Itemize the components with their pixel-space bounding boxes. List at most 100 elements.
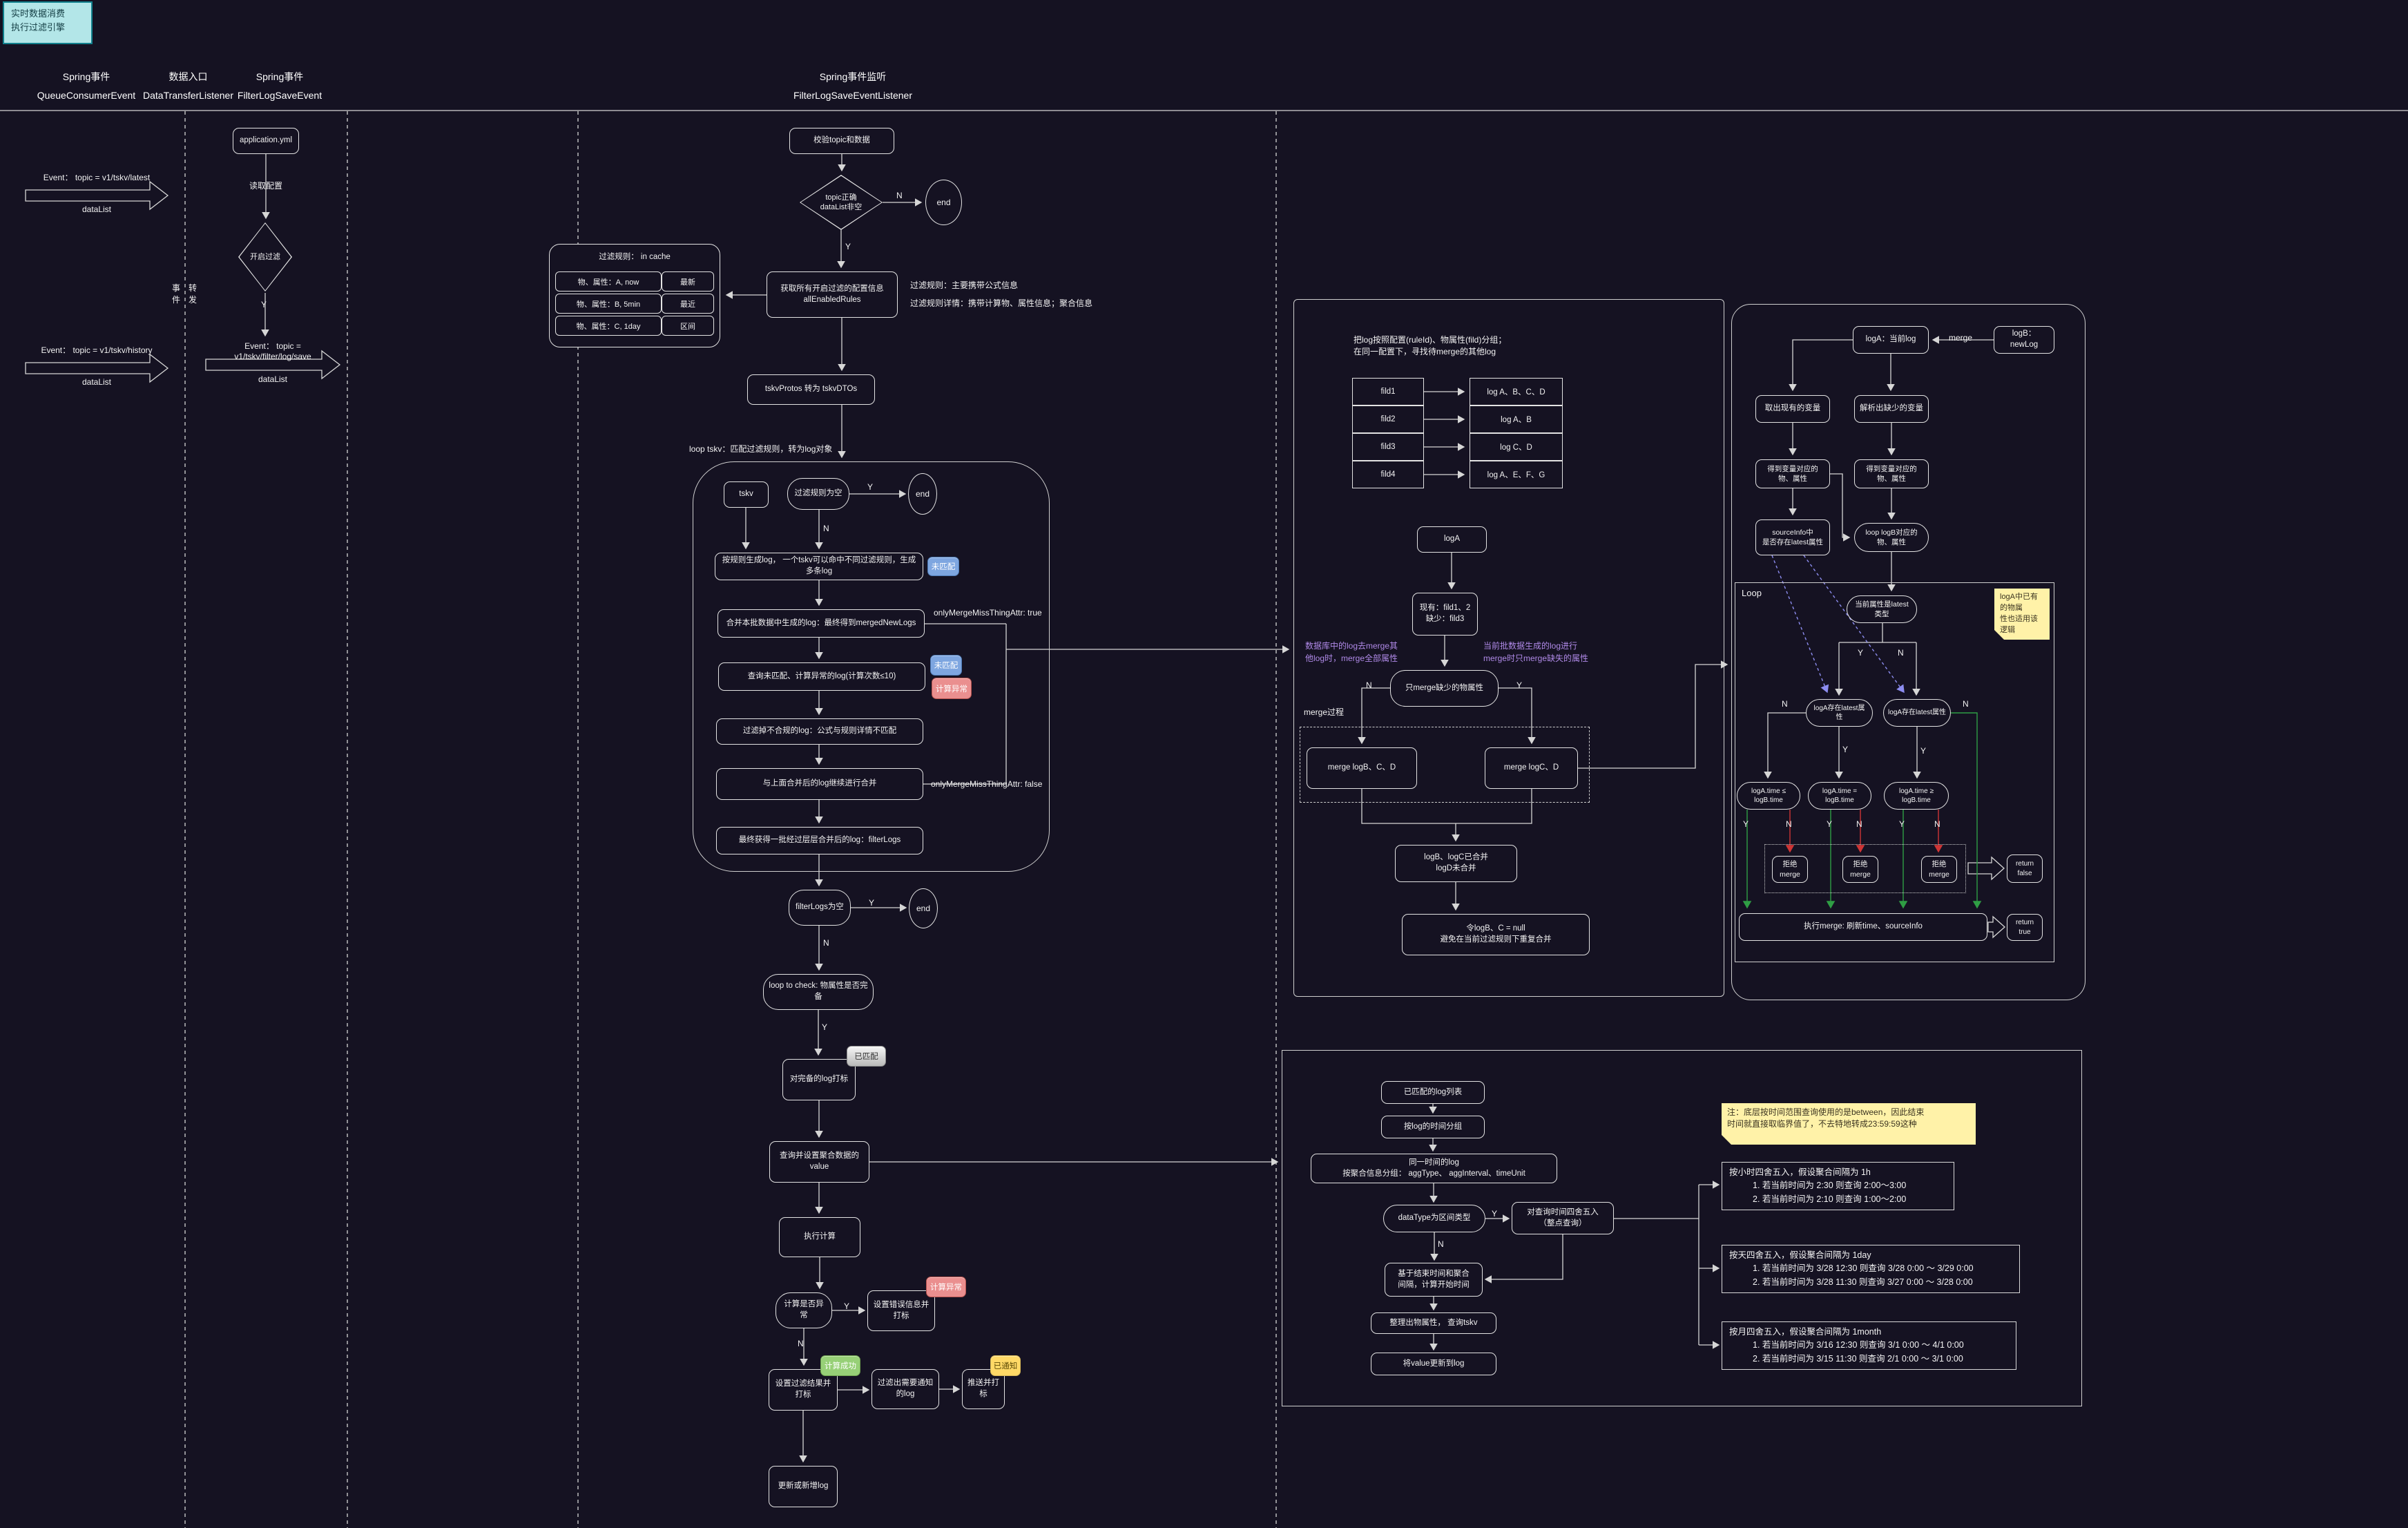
lane-queue-consumer-event: Spring事件 QueueConsumerEvent (28, 68, 145, 104)
label-y: Y (1920, 746, 1926, 756)
group-by-agg-node: 同一时间的log 按聚合信息分组： aggType、 aggInterval、t… (1311, 1154, 1557, 1183)
example-line: 2. 若当前时间为 3/15 11:30 则查询 2/1 0:00 ～ 3/1 … (1729, 1353, 2009, 1366)
label-y: Y (1492, 1209, 1497, 1219)
return-true-node: return true (2007, 914, 2043, 941)
generate-logs-node: 按规则生成log， 一个tskv可以命中不同过滤规则，生成多条log (715, 553, 923, 580)
take-vars-node: 取出现有的变量 (1755, 395, 1830, 423)
loop-sticky-note: logA中已有的物属 性也适用该逻辑 (1994, 589, 2050, 640)
fild-cell: fild2 (1352, 405, 1424, 433)
label-forward: 转 发 (189, 282, 197, 305)
label-y: Y (869, 898, 874, 908)
mark-complete-node: 对完备的log打标 (782, 1059, 856, 1100)
rule-note-1: 过滤规则：主要携带公式信息 (910, 279, 1090, 291)
filter-invalid-node: 过滤掉不合规的log：公式与规则详情不匹配 (716, 718, 923, 745)
cache-rule-row: 物、属性：C, 1day (555, 316, 662, 336)
rule-empty-decision: 过滤规则为空 (787, 478, 849, 510)
end-node-3: end (909, 888, 938, 928)
label-n: N (1366, 680, 1372, 690)
label-y: Y (1858, 648, 1863, 658)
example-hour-box: 按小时四舍五入，假设聚合间隔为 1h 1. 若当前时间为 2:30 则查询 2:… (1722, 1162, 1954, 1210)
cache-rules-title: 过滤规则： in cache (552, 251, 717, 262)
merge-edge-label: merge (1949, 333, 1972, 343)
update-log-node: 更新或新增log (769, 1466, 838, 1507)
get-attrs-left-node: 得到变量对应的物、属性 (1755, 459, 1830, 488)
merged-state-node: logB、logC已合并 logD未合并 (1395, 845, 1517, 882)
matched-log-list-node: 已匹配的log列表 (1381, 1081, 1485, 1104)
label-y: Y (1827, 819, 1832, 829)
label-n: N (1963, 699, 1969, 709)
query-agg-value-node: 查询并设置聚合数据的value (769, 1141, 869, 1183)
application-yml-node: application.yml (233, 128, 299, 154)
label-n: N (823, 524, 829, 533)
read-config-label: 读取配置 (242, 180, 290, 191)
badge-calc-error: 计算异常 (932, 678, 972, 699)
fild-cell: fild1 (1352, 378, 1424, 405)
between-sticky-note: 注：底层按时间范围查询使用的是between，因此结束 时间就直接取临界值了，不… (1722, 1103, 1976, 1145)
end-node-1: end (925, 180, 962, 225)
loop-tskv-label: loop tskv：匹配过滤规则，转为log对象 (689, 443, 924, 455)
lane-filter-log-save-event-listener: Spring事件监听 FilterLogSaveEventListener (780, 68, 925, 104)
fild-logs-cell: log C、D (1470, 433, 1563, 461)
example-line: 1. 若当前时间为 3/28 12:30 则查询 3/28 0:00 ～ 3/2… (1729, 1262, 2012, 1275)
label-n: N (823, 938, 829, 948)
tskv-node: tskv (724, 481, 769, 508)
collect-query-tskv-node: 整理出物属性， 查询tskv (1371, 1312, 1496, 1334)
exist-latest-right-decision: logA存在latest属性 (1883, 699, 1951, 727)
set-null-node: 令logB、C = null 避免在当前过滤规则下重复合并 (1402, 914, 1590, 955)
only-merge-true-label: onlyMergeMissThingAttr: true (934, 608, 1058, 618)
do-merge-node: 执行merge: 刷新time、sourceInfo (1739, 913, 1987, 941)
realtime-consume-note: 实时数据消费 执行过滤引擎 (3, 1, 93, 44)
set-error-node: 设置错误信息并打标 (867, 1290, 935, 1331)
badge-notified: 已通知 (990, 1355, 1021, 1376)
example-line: 1. 若当前时间为 2:30 则查询 2:00～3:00 (1729, 1179, 1947, 1192)
label-n: N (1934, 819, 1940, 829)
event-filter-save-datalist: dataList (231, 374, 314, 384)
loga-current-node: logA：当前log (1853, 326, 1929, 354)
label-y: Y (1516, 680, 1522, 690)
merge-process-label: merge过程 (1304, 706, 1344, 718)
badge-unmatched: 未匹配 (927, 557, 959, 576)
label-y: Y (1743, 819, 1749, 829)
get-enabled-rules-node: 获取所有开启过滤的配置信息 allEnabledRules (767, 271, 898, 318)
example-line: 2. 若当前时间为 2:10 则查询 1:00～2:00 (1729, 1193, 1947, 1206)
label-n: N (1898, 648, 1904, 658)
fild-cell: fild3 (1352, 433, 1424, 461)
round-query-time-node: 对查询时间四舍五入 （整点查询） (1512, 1202, 1614, 1234)
purple-note-db-merge: 数据库中的log去merge其 他log时，merge全部属性 (1305, 640, 1416, 665)
fild-cell: fild4 (1352, 461, 1424, 488)
example-line: 按天四舍五入，假设聚合间隔为 1day (1729, 1249, 2012, 1262)
only-merge-missing-decision: 只merge缺少的物属性 (1390, 670, 1499, 707)
do-calc-node: 执行计算 (779, 1217, 860, 1257)
rule-note-2: 过滤规则详情：携带计算物、属性信息；聚合信息 (910, 297, 1104, 309)
event-filter-save-title: Event： topic = v1/tskv/filter/log/save (206, 340, 340, 361)
validate-topic-node: 校验topic和数据 (789, 128, 894, 154)
group-by-time-node: 按log的时间分组 (1381, 1116, 1485, 1138)
reject-merge-node: 拒绝merge (1921, 856, 1957, 883)
parse-missing-node: 解析出缺少的变量 (1854, 395, 1929, 423)
label-n: N (1856, 819, 1862, 829)
fild-logs-cell: log A、B、C、D (1470, 378, 1563, 405)
event-history-datalist: dataList (14, 377, 180, 387)
only-merge-false-label: onlyMergeMissThingAttr: false (931, 779, 1059, 789)
filter-enabled-decision: 开启过滤 (238, 222, 292, 292)
merge-again-node: 与上面合并后的log继续进行合并 (716, 768, 923, 800)
example-month-box: 按月四舍五入，假设聚合间隔为 1month 1. 若当前时间为 3/16 12:… (1722, 1321, 2016, 1370)
is-latest-type-decision: 当前属性是latest类型 (1847, 595, 1917, 623)
proto-to-dto-node: tskvProtos 转为 tskvDTOs (747, 374, 875, 405)
example-line: 按小时四舍五入，假设聚合间隔为 1h (1729, 1166, 1947, 1179)
badge-calc-error: 计算异常 (926, 1277, 966, 1297)
merge-bcd-node: merge logB、C、D (1307, 747, 1417, 789)
return-false-node: return false (2007, 854, 2043, 883)
topic-valid-decision: topic正确 dataList非空 (800, 175, 883, 230)
loga-node: logA (1417, 526, 1487, 553)
cache-rule-tag: 最新 (662, 271, 714, 292)
badge-unmatched: 未匹配 (930, 655, 962, 676)
reject-merge-node: 拒绝merge (1772, 856, 1808, 883)
merge-cd-node: merge logC、D (1485, 747, 1578, 789)
badge-calc-ok: 计算成功 (820, 1355, 860, 1376)
label-y: Y (1899, 819, 1905, 829)
label-n: N (1438, 1239, 1444, 1249)
update-value-node: 将value更新到log (1371, 1353, 1496, 1375)
filter-notify-node: 过滤出需要通知的log (871, 1369, 939, 1409)
exist-latest-left-decision: logA存在latest属性 (1806, 699, 1873, 727)
